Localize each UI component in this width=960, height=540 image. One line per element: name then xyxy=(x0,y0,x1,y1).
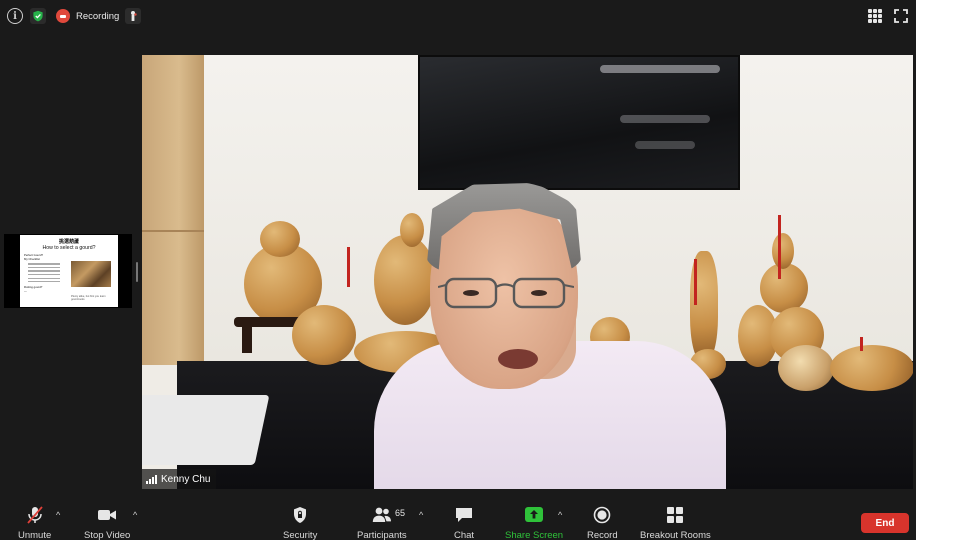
wooden-door xyxy=(142,55,204,365)
shield-security-icon xyxy=(294,507,307,523)
slide-note: Plenty alike, but first you learn gourd-… xyxy=(71,295,106,301)
recorder-icon[interactable] xyxy=(125,8,141,24)
end-meeting-button[interactable]: End xyxy=(861,513,909,533)
record-button[interactable]: Record xyxy=(587,506,618,540)
recording-label: Recording xyxy=(76,10,120,22)
gallery-view-icon[interactable] xyxy=(868,9,882,23)
shared-screen-thumbnail[interactable]: 挑選葫蘆 How to select a gourd? Perfect Gour… xyxy=(4,234,132,308)
slide-preview: 挑選葫蘆 How to select a gourd? Perfect Gour… xyxy=(20,235,118,307)
shield-icon[interactable] xyxy=(30,8,46,24)
top-bar: i Recording xyxy=(0,0,916,32)
participants-label: Participants xyxy=(357,530,407,540)
stop-video-label: Stop Video xyxy=(84,530,131,540)
signal-bars-icon xyxy=(146,474,157,484)
participants-options-caret[interactable]: ^ xyxy=(419,510,423,520)
audio-options-caret[interactable]: ^ xyxy=(56,510,60,520)
breakout-rooms-icon xyxy=(667,507,684,523)
slide-bullet: My Checklist xyxy=(24,257,40,261)
slide-title-chinese: 挑選葫蘆 xyxy=(58,239,79,245)
share-options-caret[interactable]: ^ xyxy=(558,510,562,520)
speaker-glasses xyxy=(438,277,574,309)
breakout-rooms-button[interactable]: Breakout Rooms xyxy=(640,506,711,540)
chat-icon xyxy=(456,508,473,522)
panel-resize-handle[interactable] xyxy=(136,262,138,282)
share-screen-label: Share Screen xyxy=(505,530,564,540)
security-button[interactable]: Security xyxy=(283,506,317,540)
participants-icon xyxy=(372,507,391,522)
participant-name: Kenny Chu xyxy=(161,473,211,485)
share-screen-icon xyxy=(525,507,544,522)
slide-photo xyxy=(71,261,111,287)
chat-label: Chat xyxy=(454,530,475,540)
chat-button[interactable]: Chat xyxy=(454,506,474,540)
security-label: Security xyxy=(283,530,318,540)
slide-title: How to select a gourd? xyxy=(42,245,96,251)
unmute-button[interactable]: Unmute xyxy=(18,506,51,540)
unmute-label: Unmute xyxy=(18,530,52,540)
chair xyxy=(142,395,270,465)
record-label: Record xyxy=(587,530,618,540)
recording-icon xyxy=(56,9,70,23)
recording-indicator[interactable]: Recording xyxy=(56,8,120,24)
active-speaker-video: Kenny Chu xyxy=(142,55,913,489)
wall-tv xyxy=(418,55,740,190)
info-icon[interactable]: i xyxy=(7,8,23,24)
fullscreen-icon[interactable] xyxy=(894,9,908,23)
participant-name-tag: Kenny Chu xyxy=(142,469,217,489)
participants-count: 65 xyxy=(395,508,406,518)
record-icon xyxy=(594,506,611,524)
stop-video-button[interactable]: Stop Video xyxy=(84,506,130,540)
video-options-caret[interactable]: ^ xyxy=(133,510,137,520)
slide-bullet: — xyxy=(24,288,27,293)
meeting-controls-toolbar: Unmute ^ Stop Video ^ Security Participa… xyxy=(0,496,916,540)
video-camera-icon xyxy=(98,510,117,520)
zoom-meeting-window: i Recording 挑選葫蘆 How to select a gourd? … xyxy=(0,0,916,540)
mic-muted-icon xyxy=(26,506,43,524)
share-screen-button[interactable]: Share Screen xyxy=(505,506,563,540)
breakout-rooms-label: Breakout Rooms xyxy=(640,530,711,540)
slide-bullet-list: Perfect Gourd? My Checklist Rotting gour… xyxy=(24,253,68,301)
